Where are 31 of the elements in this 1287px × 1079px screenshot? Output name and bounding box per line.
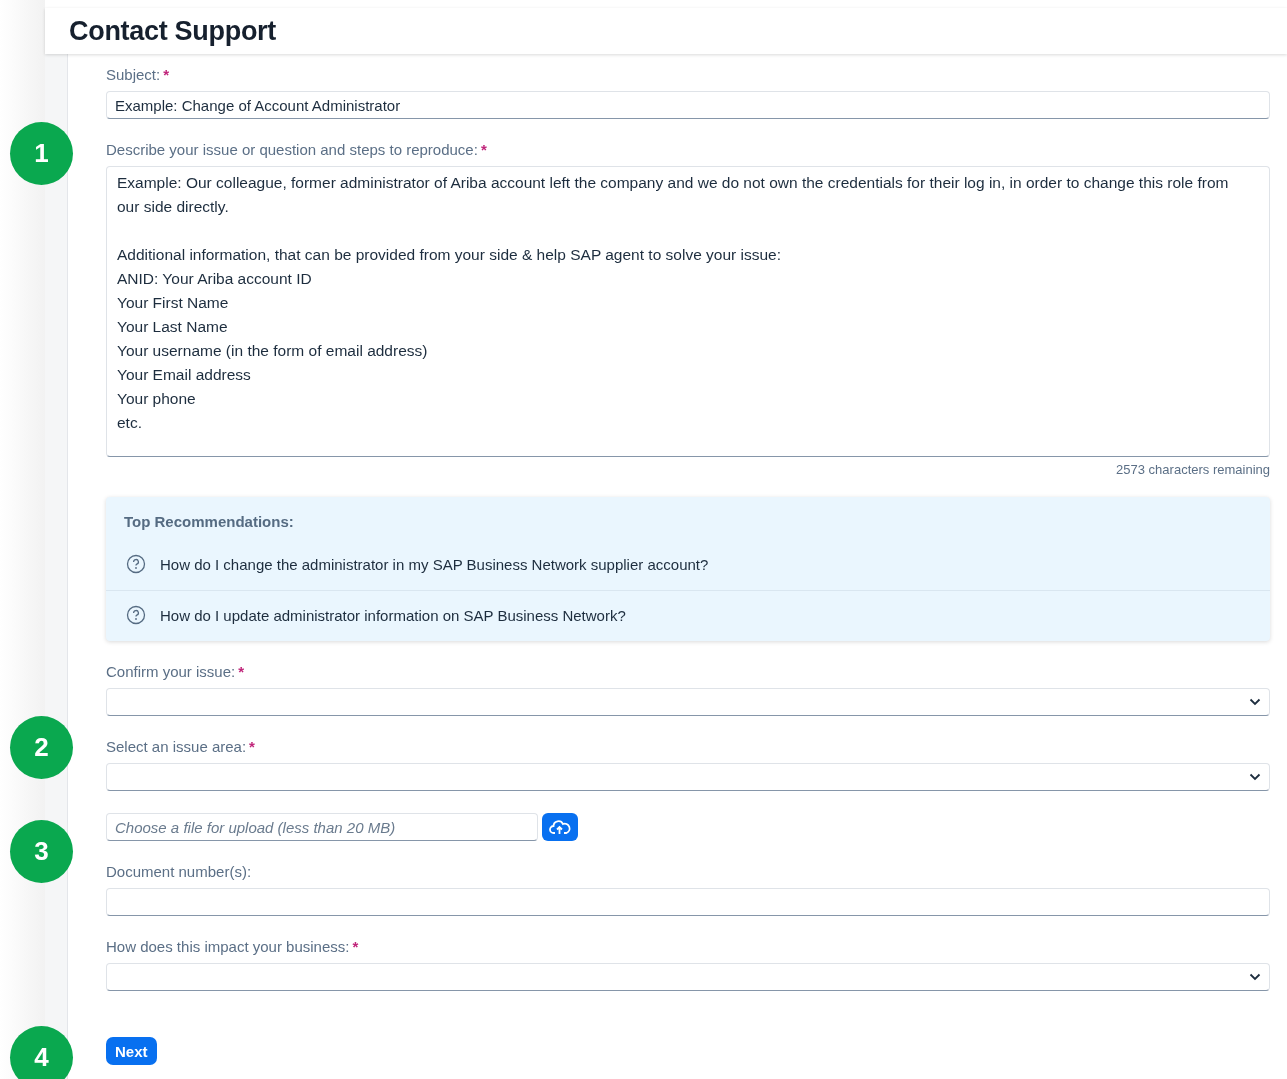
field-label: Confirm your issue: xyxy=(106,663,236,680)
next-button[interactable]: Next xyxy=(106,1037,157,1065)
dropdown-field[interactable] xyxy=(106,763,1270,791)
help-icon xyxy=(126,554,146,574)
required-asterisk: * xyxy=(163,66,170,83)
field-label: Describe your issue or question and steps to reproduce: xyxy=(106,141,478,158)
required-asterisk: * xyxy=(352,938,359,955)
required-asterisk: * xyxy=(238,663,245,680)
dropdown-field[interactable] xyxy=(106,963,1270,991)
chevron-down-icon xyxy=(1249,773,1261,781)
required-asterisk: * xyxy=(480,141,487,158)
file-upload-field[interactable]: Choose a file for upload (less than 20 MB) xyxy=(106,813,538,841)
help-icon xyxy=(126,605,146,625)
required-asterisk: * xyxy=(249,738,255,755)
page-title: Contact Support xyxy=(69,15,276,47)
field-label: How does this impact your business: xyxy=(106,938,350,955)
character-counter: 2573 characters remaining xyxy=(1115,462,1270,477)
upload-button[interactable] xyxy=(542,813,578,841)
text-field[interactable]: Example: Change of Account Administrator xyxy=(106,91,1270,119)
dropdown-field[interactable] xyxy=(106,688,1270,716)
recommendation-link[interactable]: How do I update administrator information on SAP Business Network? xyxy=(106,590,1270,641)
chevron-down-icon xyxy=(1249,973,1261,981)
recommendation-link[interactable]: How do I change the administrator in my SAP Business Network supplier account? xyxy=(106,540,1270,590)
field-label: Subject: xyxy=(106,66,161,83)
field-label: Document number(s): xyxy=(106,863,252,880)
field-label: Select an issue area: xyxy=(106,738,247,755)
text-field[interactable] xyxy=(106,888,1270,916)
description-field[interactable]: Example: Our colleague, former administrator of Ariba account left the company and we do not own the credentials for their log in, in order to change this role from our side directly. Additional information, that can be provided from your side & help SAP agent to solve your issue: ANID: Your Ariba account ID Your First Name Your Last Name Your username (in the form of email address) Your Email address Your phone etc. xyxy=(106,166,1270,457)
recommendations-title: Top Recommendations: xyxy=(123,512,295,532)
chevron-down-icon xyxy=(1249,698,1261,706)
cloud-upload-icon xyxy=(549,819,571,835)
